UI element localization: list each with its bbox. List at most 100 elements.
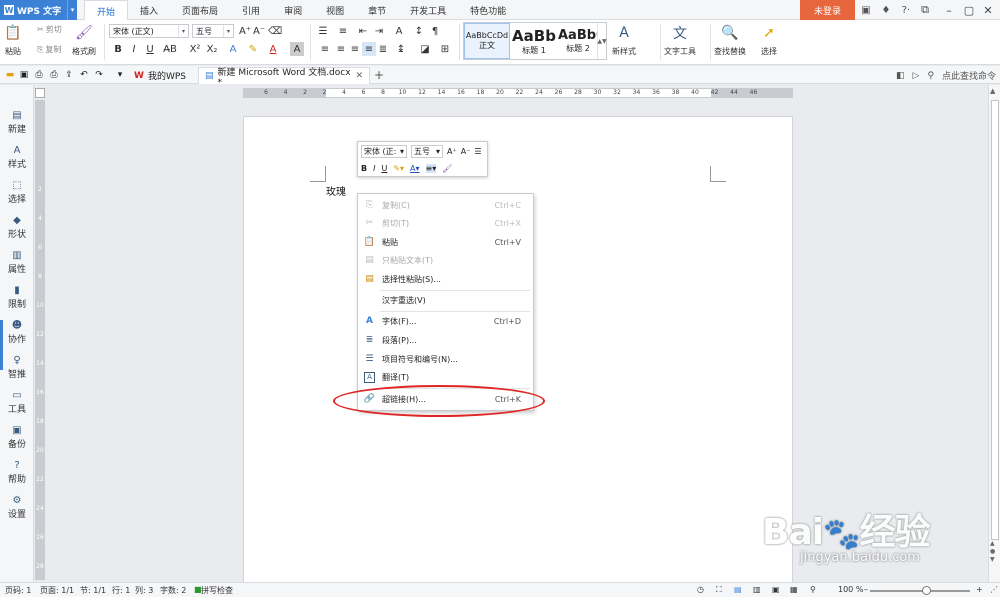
document-text[interactable]: 玫瑰 (326, 183, 346, 198)
justify-icon[interactable]: ≡ (362, 42, 376, 56)
undo-icon[interactable]: ↶ (78, 69, 90, 81)
zoom-out-icon[interactable]: – (864, 585, 868, 594)
print-preview-icon[interactable]: ⎙ (33, 69, 45, 81)
menu-item-translate[interactable]: A 翻译(T) (358, 368, 535, 386)
style-heading-2[interactable]: AaBbC 标题 2 (558, 23, 598, 59)
sidebar-item-select[interactable]: ⬚ 选择 (0, 180, 34, 205)
tab-document[interactable]: ▤ 新建 Microsoft Word 文档.docx * ✕ (198, 67, 370, 88)
outline-view-icon[interactable]: ▥ (753, 585, 761, 594)
align-left-icon[interactable]: ≡ (318, 42, 332, 56)
tab-features[interactable]: 特色功能 (458, 0, 518, 20)
zoom-slider[interactable] (870, 590, 970, 592)
mini-size-select[interactable]: 五号 ▾ (411, 145, 443, 158)
mini-font-select[interactable]: 宋体 (正: ▾ (361, 145, 407, 158)
cut-button[interactable]: ✂ 剪切 (37, 24, 62, 35)
tab-insert[interactable]: 插入 (128, 0, 170, 20)
sidebar-item-new[interactable]: ▤ 新建 (0, 110, 34, 135)
font-name-select[interactable]: 宋体 (正文) ▾ (109, 24, 189, 38)
vertical-scrollbar[interactable]: ▲ ▲ ● ▼ (988, 85, 1000, 582)
font-color-icon[interactable]: A (266, 42, 280, 56)
shrink-font-icon[interactable]: A⁻ (461, 147, 471, 156)
menu-item-paste-text[interactable]: ▤ 只粘贴文本(T) (358, 251, 535, 269)
paste-button[interactable]: 📋 粘贴 (4, 24, 22, 57)
increase-indent-icon[interactable]: ⇥ (372, 24, 386, 38)
font-color-icon[interactable]: A▾ (410, 164, 420, 173)
subscript-icon[interactable]: X₂ (205, 42, 219, 56)
underline-icon[interactable]: U (381, 164, 387, 173)
shading-icon[interactable]: ◪ (418, 42, 432, 56)
new-style-button[interactable]: A 新样式 (612, 24, 636, 57)
grow-font-icon[interactable]: A⁺ (238, 24, 252, 38)
sidebar-item-properties[interactable]: ▥ 属性 (0, 250, 34, 275)
style-scroll[interactable]: ▲▼ (597, 23, 607, 59)
sort-icon[interactable]: ↕ (412, 24, 426, 38)
show-marks-icon[interactable]: ¶ (428, 24, 442, 38)
border-icon[interactable]: ⊞ (438, 42, 452, 56)
sidebar-item-restrict[interactable]: ▮ 限制 (0, 285, 34, 310)
numbered-list-icon[interactable]: ≡ (336, 24, 350, 38)
tab-review[interactable]: 审阅 (272, 0, 314, 20)
sidebar-item-help[interactable]: ? 帮助 (0, 460, 34, 485)
app-menu-button[interactable]: W WPS 文字 ▾ (0, 0, 77, 20)
close-icon[interactable]: ✕ (355, 71, 363, 81)
command-search[interactable]: ◧ ▷ ⚲ 点此查找命令 (896, 69, 996, 83)
clear-format-icon[interactable]: ⌫ (268, 24, 282, 38)
shrink-font-icon[interactable]: A⁻ (252, 24, 266, 38)
horizontal-ruler[interactable]: 6 4 2 2 4 6 8 10 12 14 16 18 20 22 24 26 28 30 32 34 36 38 40 4… (243, 88, 793, 98)
grow-font-icon[interactable]: A⁺ (447, 147, 457, 156)
highlight-icon[interactable]: ✎ (246, 42, 260, 56)
tab-references[interactable]: 引用 (230, 0, 272, 20)
redo-icon[interactable]: ↷ (93, 69, 105, 81)
bold-icon[interactable]: B (111, 42, 125, 56)
bold-icon[interactable]: B (361, 164, 367, 173)
tab-developer[interactable]: 开发工具 (398, 0, 458, 20)
save-icon[interactable]: ▣ (18, 69, 30, 81)
read-view-icon[interactable]: ▦ (790, 585, 798, 594)
font-size-select[interactable]: 五号 ▾ (192, 24, 234, 38)
tab-home[interactable]: 开始 (84, 0, 129, 21)
sidebar-item-collab[interactable]: ☻ 协作 (0, 320, 34, 345)
line-spacing-icon[interactable]: ☰ (474, 147, 481, 156)
underline-icon[interactable]: U (143, 42, 157, 56)
shirt-icon[interactable]: ♦ (878, 5, 894, 16)
print-icon[interactable]: ⎙ (48, 69, 60, 81)
menu-item-font[interactable]: A 字体(F)... Ctrl+D (358, 312, 535, 330)
zoom-level[interactable]: 100 % (838, 585, 863, 594)
align-icon[interactable]: ≡▾ (425, 164, 437, 173)
export-icon[interactable]: ⇪ (63, 69, 75, 81)
menu-item-bullets[interactable]: ☰ 项目符号和编号(N)... (358, 350, 535, 368)
menu-item-cut[interactable]: ✂ 剪切(T) Ctrl+X (358, 214, 535, 232)
chevron-down-icon[interactable]: ▾ (114, 69, 126, 81)
skin-icon[interactable]: ▣ (858, 5, 874, 16)
distribute-icon[interactable]: ≣ (376, 42, 390, 56)
tab-section[interactable]: 章节 (356, 0, 398, 20)
menu-item-paste-special[interactable]: ▤ 选择性粘贴(S)... (358, 270, 535, 288)
menu-item-paragraph[interactable]: ≣ 段落(P)... (358, 331, 535, 349)
restore-icon[interactable]: ⧉ (912, 0, 938, 20)
chevron-down-icon[interactable]: ▾ (67, 0, 77, 20)
style-heading-1[interactable]: AaBb 标题 1 (511, 23, 557, 59)
zoom-in-icon[interactable]: + (976, 585, 983, 594)
location-icon[interactable]: ⚲ (810, 585, 816, 594)
scroll-up-icon[interactable]: ▲ (990, 87, 995, 95)
panel-icon[interactable]: ◧ (896, 71, 905, 81)
tab-my-wps[interactable]: W 我的WPS (128, 67, 192, 84)
brush-icon[interactable]: 🖌 (442, 164, 452, 173)
italic-icon[interactable]: I (373, 164, 375, 173)
menu-item-paste[interactable]: 📋 粘贴 Ctrl+V (358, 233, 535, 251)
menu-item-copy[interactable]: ⎘ 复制(C) Ctrl+C (358, 196, 535, 214)
fullscreen-icon[interactable]: ⛶ (716, 585, 722, 595)
highlight-icon[interactable]: ✎▾ (393, 164, 404, 173)
italic-icon[interactable]: I (127, 42, 141, 56)
strikethrough-icon[interactable]: A̶B (163, 42, 177, 56)
add-tab-icon[interactable]: + (373, 68, 385, 82)
align-right-icon[interactable]: ≡ (348, 42, 362, 56)
copy-button[interactable]: ⎘ 复制 (37, 44, 61, 55)
prev-page-icon[interactable]: ▲ ● ▼ (990, 540, 995, 564)
style-normal[interactable]: AaBbCcDd 正文 (464, 23, 510, 59)
align-center-icon[interactable]: ≡ (334, 42, 348, 56)
sidebar-item-shape[interactable]: ◆ 形状 (0, 215, 34, 240)
ruler-corner[interactable] (35, 88, 45, 98)
line-spacing-icon[interactable]: ↨ (394, 42, 408, 56)
zoom-slider-knob[interactable] (922, 586, 931, 595)
